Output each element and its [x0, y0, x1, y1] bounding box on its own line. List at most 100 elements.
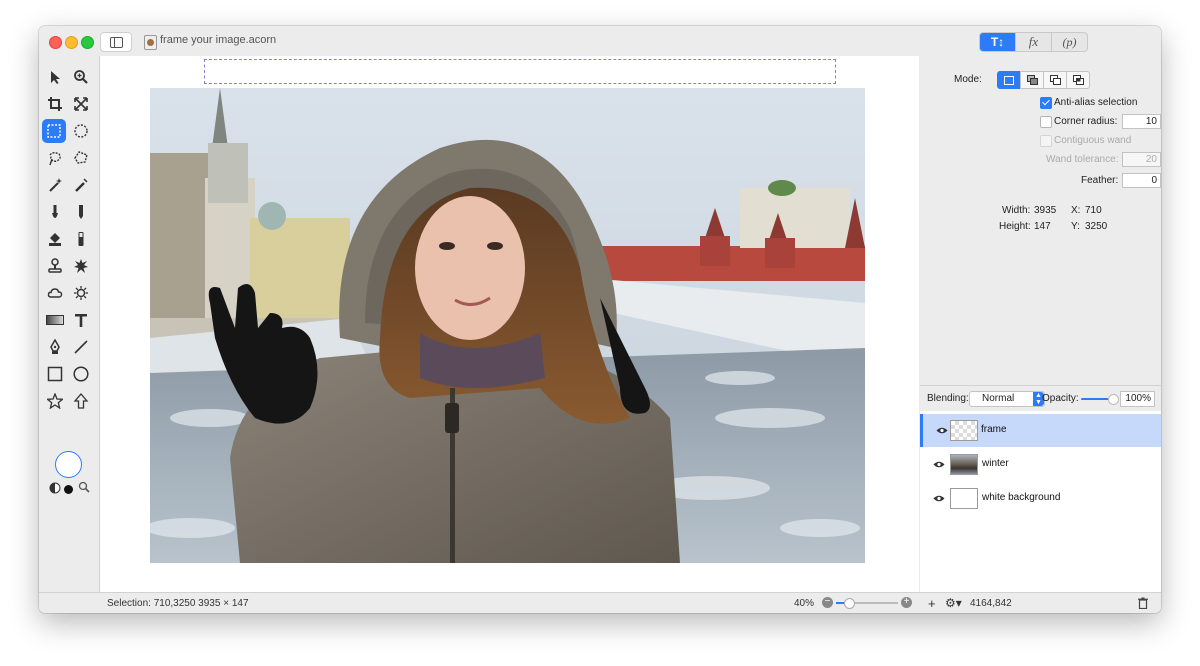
layer-thumbnail-frame — [950, 420, 978, 441]
canvas-area[interactable] — [100, 56, 919, 592]
tab-plugins[interactable]: (p) — [1051, 33, 1087, 51]
cloud-tool[interactable] — [44, 282, 66, 304]
anti-alias-checkbox[interactable] — [1040, 97, 1052, 109]
mode-intersect-button[interactable] — [1066, 71, 1090, 89]
resize-tool[interactable] — [70, 93, 92, 115]
star-shape-tool[interactable] — [44, 390, 66, 412]
gear-icon[interactable]: ⚙▾ — [945, 596, 962, 610]
oval-shape-tool[interactable] — [70, 363, 92, 385]
zoom-in-icon[interactable]: + — [901, 597, 912, 608]
zoom-slider[interactable] — [836, 598, 898, 609]
canvas-image-winter-photo[interactable] — [150, 88, 865, 563]
mode-subtract-button[interactable] — [1043, 71, 1067, 89]
contiguous-wand-checkbox[interactable] — [1040, 135, 1052, 147]
status-bar: Selection: 710,3250 3935 × 147 40% − + +… — [39, 592, 1161, 613]
tool-palette — [39, 56, 100, 592]
corner-radius-field[interactable]: 10 — [1122, 114, 1161, 129]
mode-label: Mode: — [954, 74, 982, 85]
default-colors-icon[interactable] — [64, 485, 73, 494]
zoom-tool[interactable] — [70, 66, 92, 88]
paint-bucket-tool[interactable] — [44, 228, 66, 250]
loupe-icon[interactable] — [78, 481, 90, 496]
corner-radius-checkbox[interactable] — [1040, 116, 1052, 128]
layers-list: frame winter white background — [920, 411, 1161, 592]
x-value: 710 — [1085, 205, 1102, 216]
contiguous-wand-label: Contiguous wand — [1054, 135, 1132, 146]
arrow-shape-tool[interactable] — [70, 390, 92, 412]
blur-tool[interactable] — [70, 255, 92, 277]
layer-name-white-background: white background — [982, 492, 1061, 503]
minimize-window-button[interactable] — [65, 36, 78, 49]
eraser-tool[interactable] — [70, 228, 92, 250]
add-layer-button[interactable]: + — [928, 596, 936, 611]
layer-thumbnail-winter — [950, 454, 978, 475]
plugins-icon: (p) — [1062, 34, 1077, 49]
wand-tolerance-field[interactable]: 20 — [1122, 152, 1161, 167]
layer-name-frame: frame — [981, 424, 1007, 435]
crop-tool[interactable] — [44, 93, 66, 115]
rect-marquee-tool[interactable] — [42, 119, 66, 143]
layer-blending-bar: Blending: Normal ▲ ▼ Opacity: 100% — [920, 385, 1161, 412]
close-window-button[interactable] — [49, 36, 62, 49]
magic-wand-tool[interactable] — [44, 174, 66, 196]
sidebar-icon — [110, 37, 123, 48]
zoom-level: 40% — [794, 598, 815, 609]
title-bar: frame your image.acorn T ↕ fx (p) — [39, 26, 1161, 56]
line-tool[interactable] — [70, 336, 92, 358]
blending-label: Blending: — [927, 393, 969, 404]
brush-tool[interactable] — [44, 201, 66, 223]
color-wand-tool[interactable] — [70, 174, 92, 196]
filters-icon: fx — [1028, 34, 1039, 49]
corner-radius-stepper[interactable]: ▲▼ — [1160, 114, 1162, 128]
selection-mode-control — [997, 71, 1090, 89]
clone-stamp-tool[interactable] — [44, 255, 66, 277]
tab-filters[interactable]: fx — [1015, 33, 1051, 51]
wand-tolerance-label: Wand tolerance: — [1046, 154, 1119, 165]
feather-stepper[interactable]: ▲▼ — [1160, 173, 1162, 187]
select-arrow-tool[interactable] — [44, 66, 66, 88]
visibility-eye-icon[interactable] — [936, 426, 948, 435]
zoom-out-icon[interactable]: − — [822, 597, 833, 608]
feather-field[interactable]: 0 — [1122, 173, 1161, 188]
ellipse-marquee-tool[interactable] — [70, 120, 92, 142]
mode-add-button[interactable] — [1020, 71, 1044, 89]
blend-mode-popup[interactable]: Normal ▲ ▼ — [969, 391, 1045, 407]
visibility-eye-icon[interactable] — [933, 494, 945, 503]
toggle-sidebar-button[interactable] — [100, 32, 132, 52]
y-label: Y: — [1071, 221, 1080, 232]
height-value: 147 — [1034, 221, 1051, 232]
trash-icon[interactable] — [1138, 597, 1148, 612]
mode-replace-button[interactable] — [997, 71, 1021, 89]
visibility-eye-icon[interactable] — [933, 460, 945, 469]
selection-marquee[interactable] — [204, 59, 836, 84]
zoom-window-button[interactable] — [81, 36, 94, 49]
layer-row-winter[interactable]: winter — [920, 448, 1161, 481]
text-tool[interactable] — [70, 309, 92, 331]
dodge-burn-tool[interactable] — [70, 282, 92, 304]
selection-inspector: Mode: Anti-alias selection Corner radius… — [920, 56, 1161, 385]
pencil-tool[interactable] — [70, 201, 92, 223]
inspector-tab-bar: T ↕ fx (p) — [979, 32, 1088, 52]
layer-thumbnail-white-background — [950, 488, 978, 509]
lasso-tool[interactable] — [44, 147, 66, 169]
gradient-tool[interactable] — [44, 309, 66, 331]
rectangle-shape-tool[interactable] — [44, 363, 66, 385]
y-value: 3250 — [1085, 221, 1108, 232]
width-value: 3935 — [1034, 205, 1057, 216]
opacity-field[interactable]: 100% — [1120, 391, 1155, 407]
height-label: Height: — [999, 221, 1031, 232]
corner-radius-label: Corner radius: — [1054, 116, 1118, 127]
layer-row-frame[interactable]: frame — [920, 414, 1161, 447]
bezier-pen-tool[interactable] — [44, 336, 66, 358]
selection-status-text: Selection: 710,3250 3935 × 147 — [107, 598, 249, 609]
polygon-lasso-tool[interactable] — [70, 147, 92, 169]
color-well[interactable] — [55, 451, 82, 478]
anti-alias-label: Anti-alias selection — [1054, 97, 1138, 108]
tab-tools[interactable]: T ↕ — [980, 33, 1015, 51]
zoom-slider-knob[interactable] — [844, 598, 855, 609]
opacity-label: Opacity: — [1042, 393, 1079, 404]
wand-tolerance-stepper[interactable]: ▲▼ — [1160, 152, 1162, 166]
swap-colors-icon[interactable] — [49, 482, 61, 497]
opacity-slider[interactable] — [1081, 394, 1119, 405]
layer-row-white-background[interactable]: white background — [920, 482, 1161, 515]
